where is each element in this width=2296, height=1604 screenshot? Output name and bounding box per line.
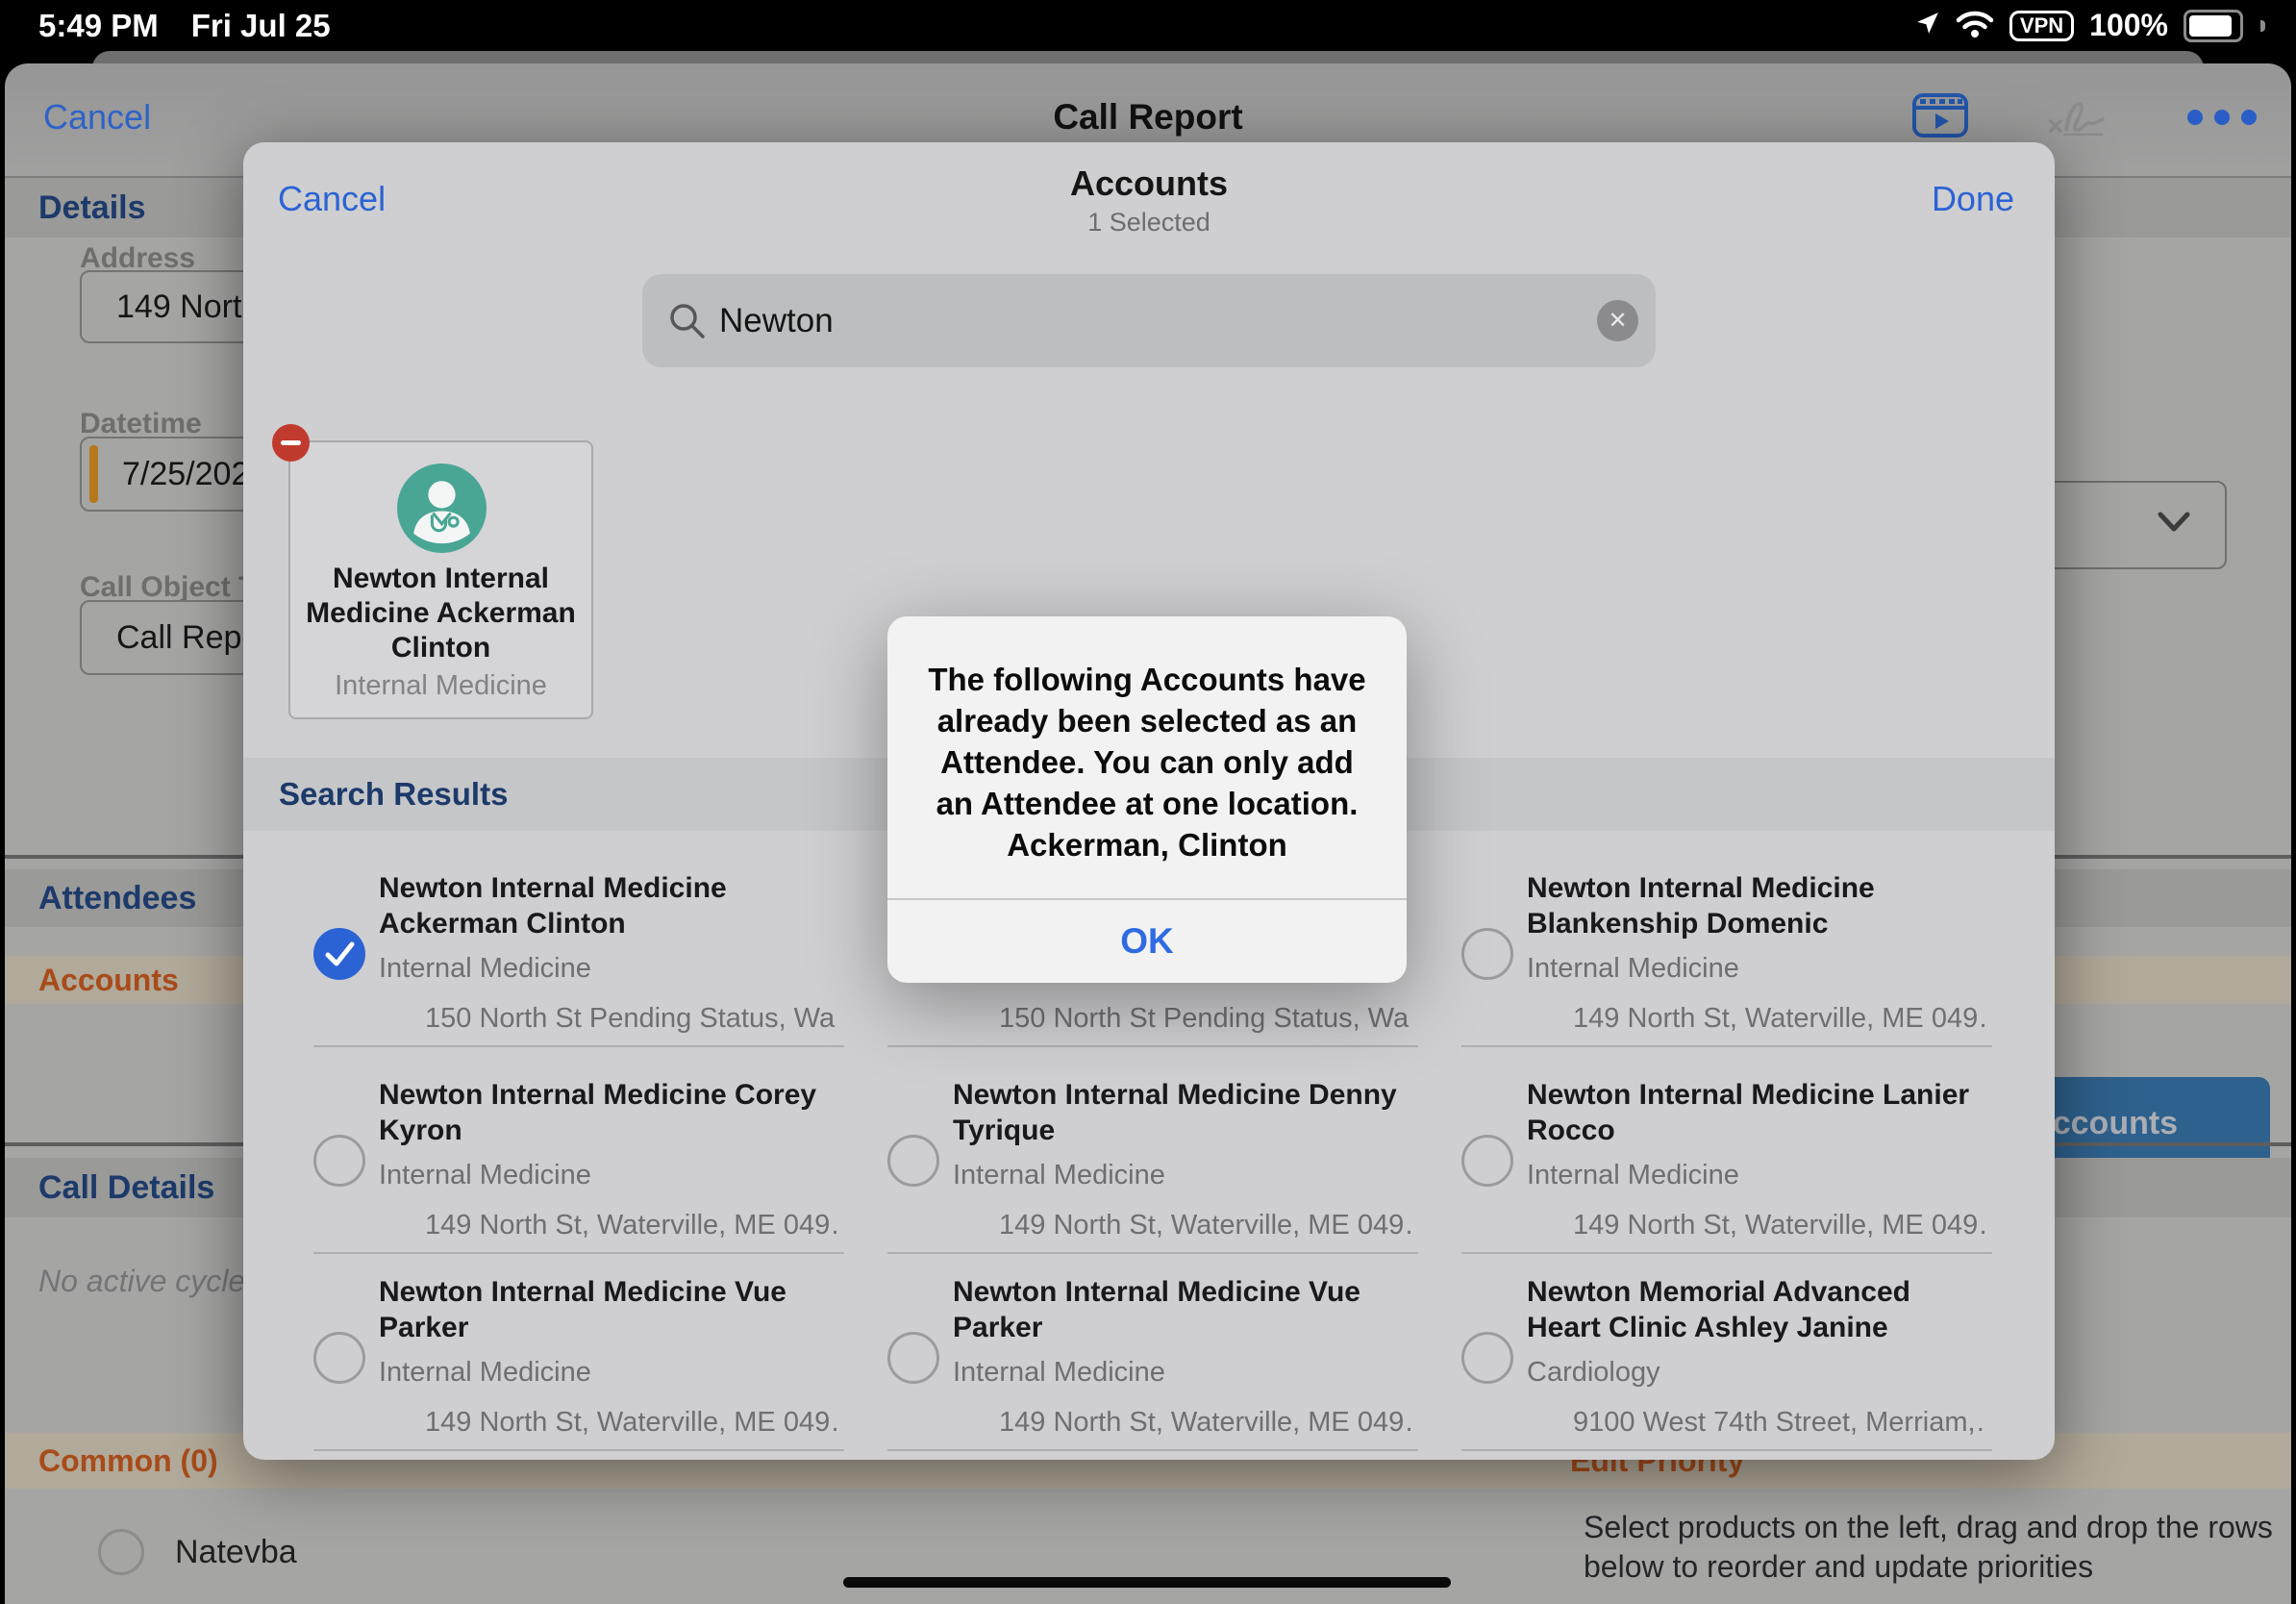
attendee-alert-dialog: The following Accounts have already been…	[887, 616, 1407, 983]
result-specialty: Internal Medicine	[379, 1357, 591, 1389]
account-result-cell[interactable]: Newton Internal Medicine Denny Tyrique I…	[953, 1077, 1414, 1284]
result-name: Newton Internal Medicine Denny Tyrique	[953, 1077, 1414, 1148]
result-specialty: Internal Medicine	[379, 953, 591, 985]
result-divider	[1461, 1449, 1992, 1451]
result-divider	[313, 1449, 844, 1451]
search-icon	[667, 301, 708, 346]
address-value: 149 North	[116, 288, 260, 325]
clear-search-icon[interactable]: ✕	[1597, 300, 1638, 341]
battery-icon	[2184, 10, 2243, 42]
battery-nub	[2260, 20, 2265, 32]
wifi-icon	[1956, 9, 1994, 42]
result-address: 149 North St, Waterville, ME 049…	[1573, 1003, 1986, 1035]
result-address: 149 North St, Waterville, ME 049…	[999, 1407, 1412, 1439]
doctor-avatar	[397, 464, 487, 558]
result-checkbox[interactable]	[313, 1135, 365, 1187]
vpn-badge: VPN	[2009, 11, 2074, 41]
result-checkbox[interactable]	[1461, 1332, 1513, 1384]
result-divider	[313, 1252, 844, 1254]
selected-account-chip[interactable]: Newton Internal Medicine Ackerman Clinto…	[288, 440, 593, 719]
result-specialty: Internal Medicine	[953, 1160, 1165, 1191]
chip-account-name: Newton Internal Medicine Ackerman Clinto…	[298, 562, 584, 665]
result-specialty: Cardiology	[1527, 1357, 1660, 1389]
result-checkbox[interactable]	[1461, 928, 1513, 980]
modal-done-button[interactable]: Done	[1932, 179, 2014, 219]
result-checkbox[interactable]	[1461, 1135, 1513, 1187]
media-player-icon[interactable]	[1912, 93, 1968, 142]
result-checkbox[interactable]	[887, 1332, 939, 1384]
account-result-cell[interactable]: Newton Internal Medicine Corey Kyron Int…	[379, 1077, 840, 1284]
call-object-type-label: Call Object Ty	[80, 571, 270, 604]
modal-selected-count: 1 Selected	[243, 208, 2055, 238]
result-address: 150 North St Pending Status, Wa…	[425, 1003, 838, 1035]
search-field[interactable]: Newton ✕	[642, 274, 1656, 367]
battery-percent: 100%	[2089, 8, 2168, 43]
result-checkbox[interactable]	[887, 1135, 939, 1187]
result-divider	[887, 1252, 1418, 1254]
result-specialty: Internal Medicine	[1527, 953, 1739, 985]
result-divider	[1461, 1045, 1992, 1047]
result-name: Newton Internal Medicine Vue Parker	[379, 1274, 840, 1345]
result-name: Newton Internal Medicine Lanier Rocco	[1527, 1077, 1988, 1148]
datetime-label: Datetime	[80, 408, 202, 440]
result-address: 149 North St, Waterville, ME 049…	[1573, 1210, 1986, 1241]
priority-hint-text: Select products on the left, drag and dr…	[1584, 1508, 2291, 1587]
checkmark-icon	[313, 928, 365, 980]
status-time: 5:49 PM	[38, 8, 159, 44]
details-section-label: Details	[38, 178, 146, 238]
account-result-cell[interactable]: Newton Internal Medicine Lanier Rocco In…	[1527, 1077, 1988, 1284]
result-checkbox[interactable]	[313, 1332, 365, 1384]
result-name: Newton Internal Medicine Vue Parker	[953, 1274, 1414, 1345]
common-tab-label[interactable]: Common (0)	[38, 1433, 218, 1489]
signature-icon[interactable]	[2047, 95, 2109, 140]
search-input-value: Newton	[719, 274, 834, 367]
account-result-cell[interactable]: Newton Internal Medicine Vue Parker Inte…	[379, 1274, 840, 1460]
account-result-cell[interactable]: Newton Internal Medicine Ackerman Clinto…	[379, 870, 840, 1077]
account-result-cell[interactable]: Newton Internal Medicine Vue Parker Inte…	[953, 1274, 1414, 1460]
search-results-label: Search Results	[279, 758, 508, 831]
location-icon	[1915, 11, 1940, 40]
account-result-cell[interactable]: Newton Memorial Advanced Heart Clinic As…	[1527, 1274, 1988, 1460]
attendees-section-label: Attendees	[38, 869, 196, 927]
result-divider	[1461, 1252, 1992, 1254]
result-address: 149 North St, Waterville, ME 049…	[425, 1407, 838, 1439]
alert-message: The following Accounts have already been…	[922, 659, 1372, 865]
result-name: Newton Internal Medicine Blankenship Dom…	[1527, 870, 1988, 941]
result-specialty: Internal Medicine	[379, 1160, 591, 1191]
result-divider	[887, 1449, 1418, 1451]
remove-account-icon[interactable]	[272, 424, 310, 462]
result-divider	[313, 1045, 844, 1047]
status-date: Fri Jul 25	[191, 8, 331, 44]
result-address: 149 North St, Waterville, ME 049…	[425, 1210, 838, 1241]
modal-title: Accounts	[243, 163, 2055, 204]
result-checkbox[interactable]	[313, 928, 365, 980]
more-options-icon[interactable]	[2187, 110, 2257, 125]
alert-ok-button[interactable]: OK	[887, 900, 1407, 983]
result-name: Newton Internal Medicine Ackerman Clinto…	[379, 870, 840, 941]
result-divider	[887, 1045, 1418, 1047]
datetime-required-bar	[89, 445, 98, 503]
result-name: Newton Memorial Advanced Heart Clinic As…	[1527, 1274, 1988, 1345]
accounts-tab-label: Accounts	[38, 956, 179, 1004]
status-bar: 5:49 PM Fri Jul 25 VPN 100%	[0, 0, 2296, 50]
product-option-label[interactable]: Natevba	[175, 1529, 297, 1575]
result-address: 149 North St, Waterville, ME 049…	[999, 1210, 1412, 1241]
result-name: Newton Internal Medicine Corey Kyron	[379, 1077, 840, 1148]
call-details-section-label: Call Details	[38, 1158, 214, 1217]
result-specialty: Internal Medicine	[953, 1357, 1165, 1389]
result-address: 9100 West 74th Street, Merriam,…	[1573, 1407, 1986, 1439]
account-result-cell[interactable]: Newton Internal Medicine Blankenship Dom…	[1527, 870, 1988, 1077]
product-radio[interactable]	[98, 1529, 144, 1575]
result-specialty: Internal Medicine	[1527, 1160, 1739, 1191]
no-active-cycle-text: No active cycle pr	[38, 1264, 248, 1299]
home-indicator[interactable]	[843, 1577, 1451, 1588]
screen: 5:49 PM Fri Jul 25 VPN 100% Cancel	[0, 0, 2296, 1604]
chip-specialty: Internal Medicine	[290, 670, 591, 702]
chevron-down-icon	[2158, 512, 2190, 533]
result-address: 150 North St Pending Status, Wa…	[999, 1003, 1412, 1035]
